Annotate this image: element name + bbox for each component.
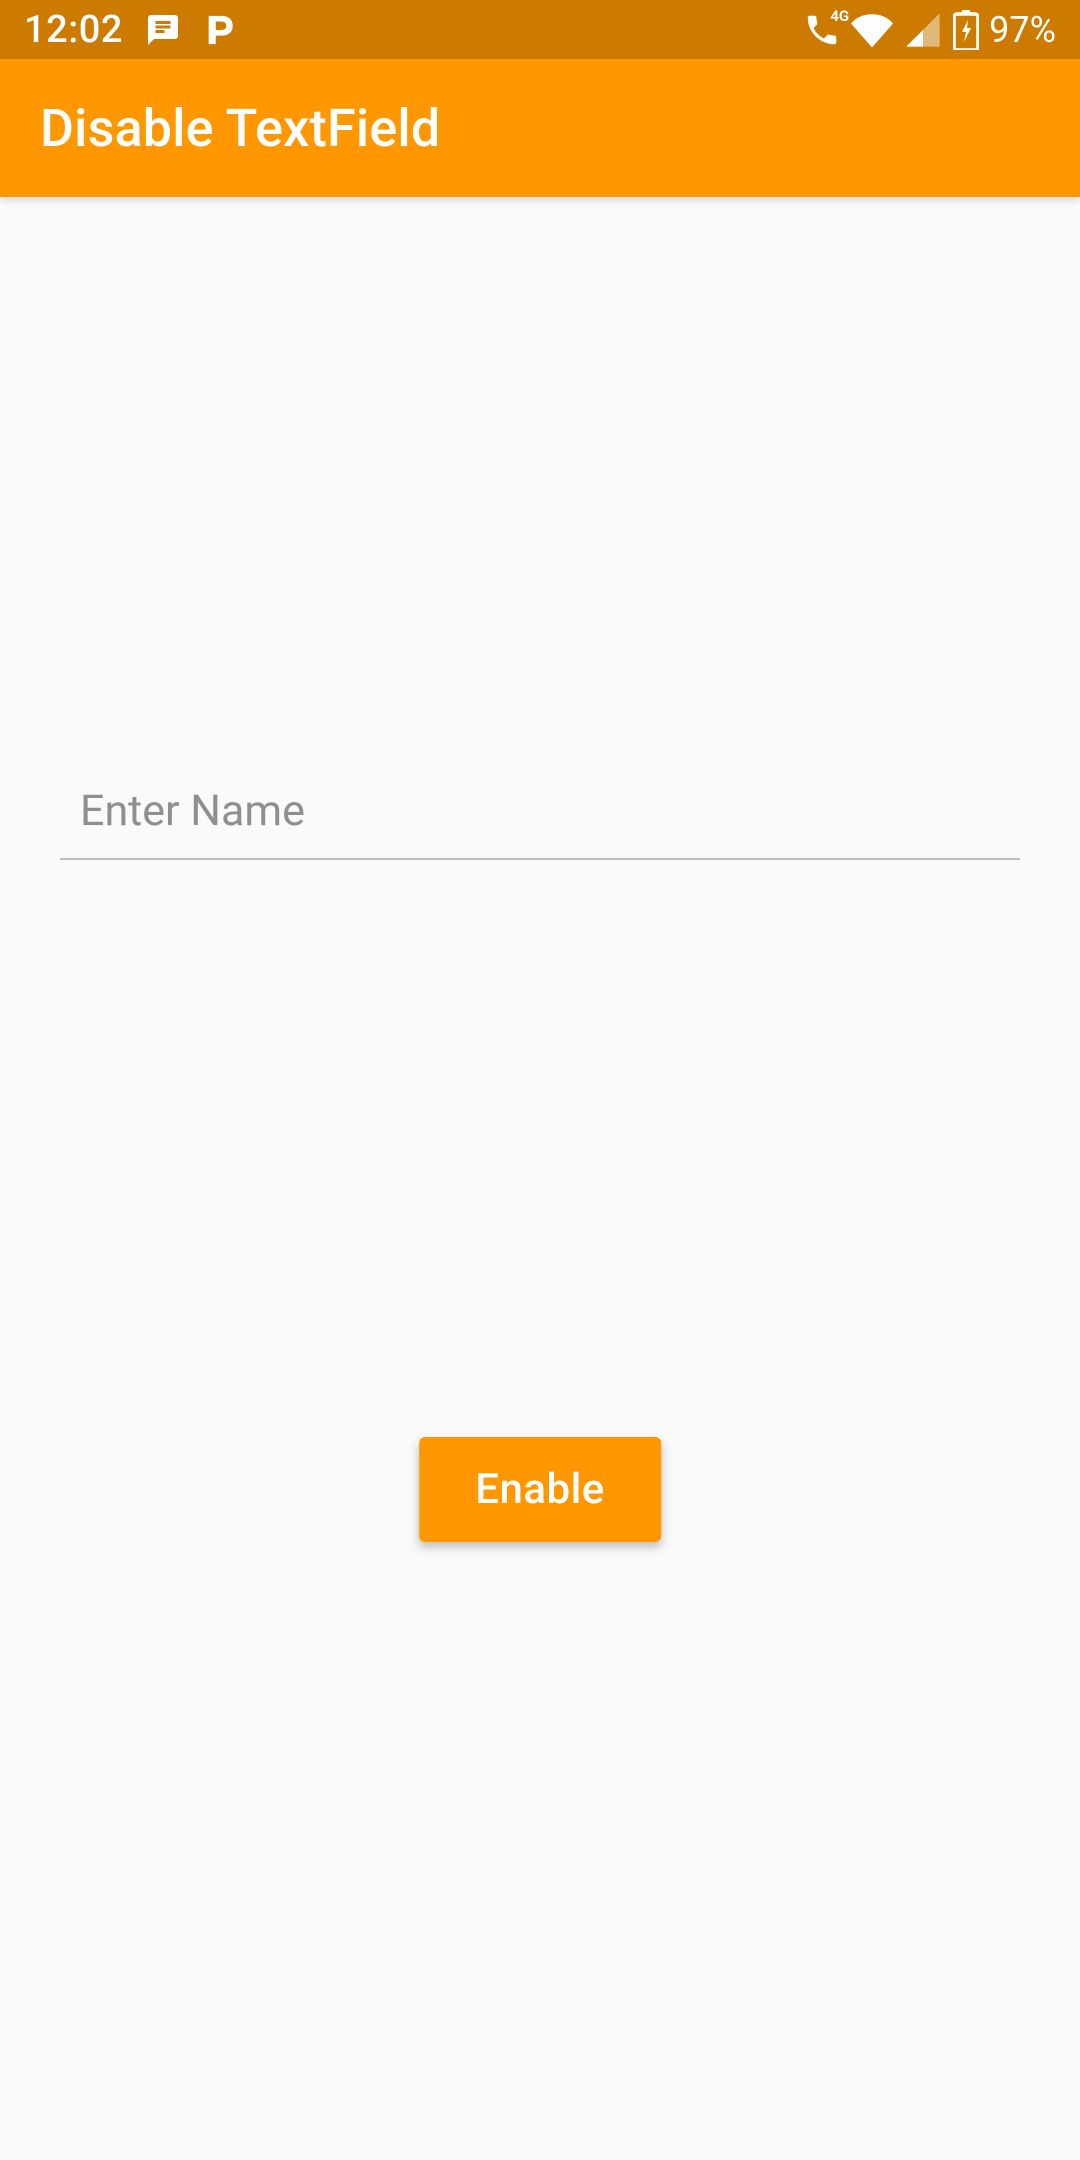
wifi-icon [851, 9, 893, 51]
content: Enable [0, 197, 1080, 2160]
battery-charging-icon [953, 10, 979, 50]
status-left: 12:02 [24, 8, 237, 52]
cellular-signal-icon [903, 10, 943, 50]
enable-button[interactable]: Enable [419, 1437, 661, 1542]
battery-percent: 97% [989, 9, 1056, 51]
volte-call-icon: 4G [803, 11, 841, 49]
status-bar: 12:02 4G [0, 0, 1080, 59]
message-icon [145, 12, 181, 48]
name-input[interactable] [60, 772, 1020, 860]
name-field-wrap [60, 772, 1020, 860]
pandora-icon [203, 13, 237, 47]
status-time: 12:02 [24, 8, 123, 52]
page-title: Disable TextField [40, 98, 440, 159]
app-bar: Disable TextField [0, 59, 1080, 197]
status-right: 4G 97% [803, 9, 1056, 51]
